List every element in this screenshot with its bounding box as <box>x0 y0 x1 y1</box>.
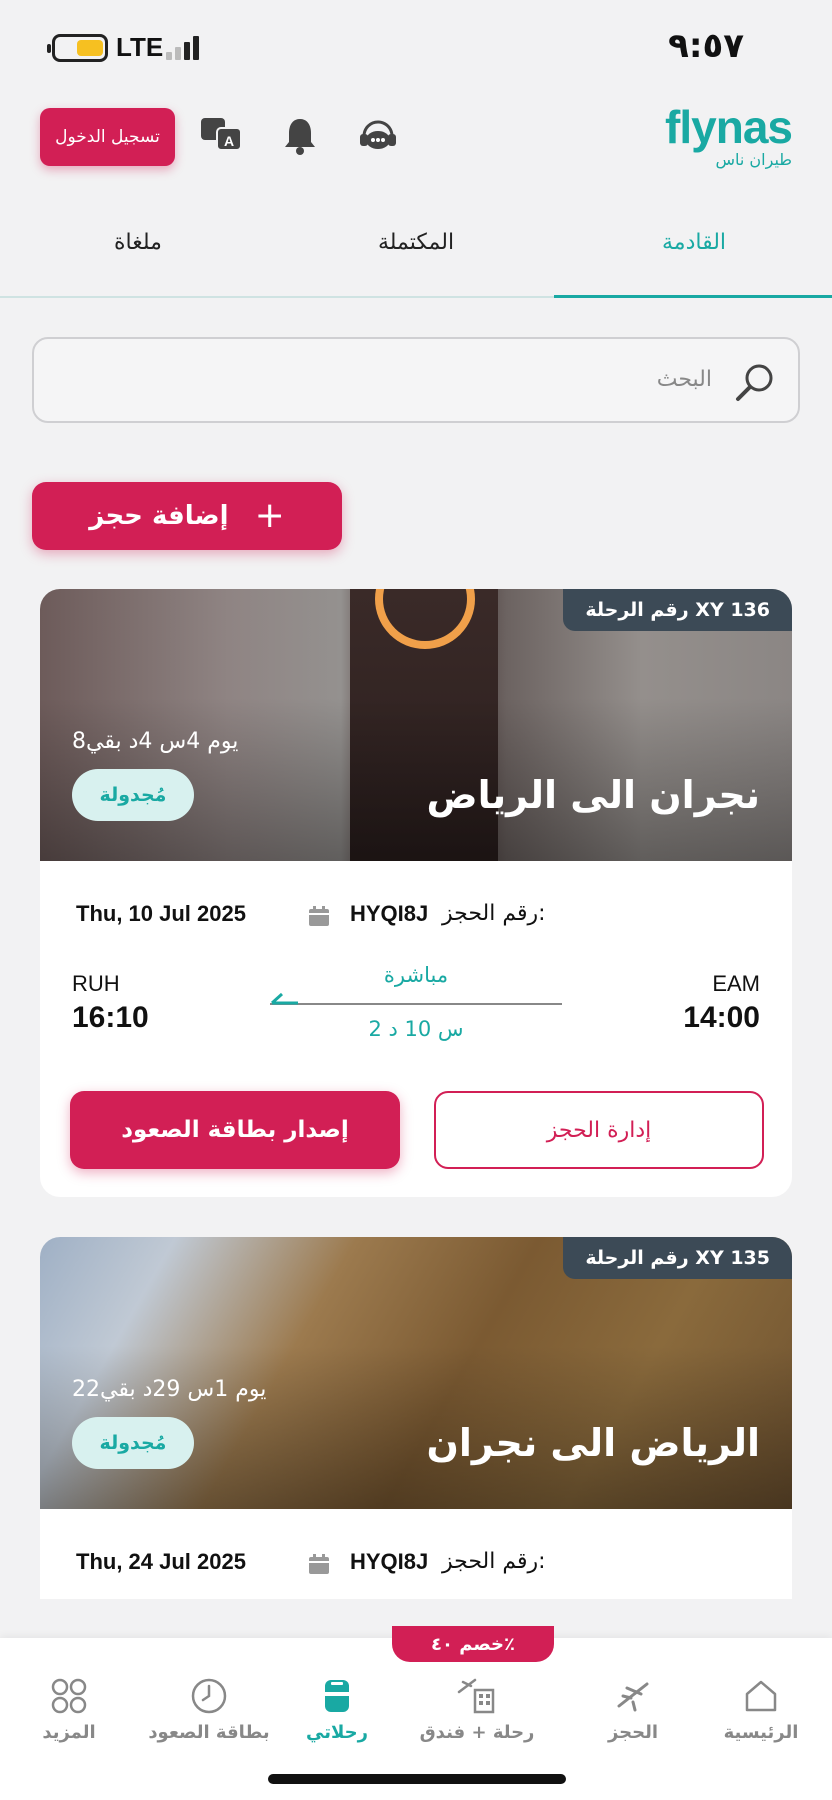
status-time: ٩:٥٧ <box>668 26 744 66</box>
route-title: نجران الى الرياض <box>426 773 760 817</box>
trip-card[interactable]: رقم الرحلة XY 136 8يوم 4س 4د بقي مُجدولة… <box>40 589 792 1197</box>
arrival-time: 16:10 <box>72 1001 149 1034</box>
nav-home-label: الرئيسية <box>723 1722 799 1743</box>
time-remaining: 22يوم 1س 29د بقي <box>72 1377 267 1402</box>
svg-text:A: A <box>224 133 234 149</box>
arrow-left-icon <box>270 992 298 1005</box>
status-badge: مُجدولة <box>72 769 194 821</box>
plane-icon <box>617 1682 649 1712</box>
login-button[interactable]: تسجيل الدخول <box>40 108 175 166</box>
trip-details: Thu, 24 Jul 2025 HYQI8J رقم الحجز: <box>40 1509 792 1599</box>
nav-flight-hotel[interactable]: رحلة + فندق <box>412 1676 542 1743</box>
trip-tabs: القادمة المكتملة ملغاة <box>0 200 832 298</box>
home-icon <box>745 1680 777 1712</box>
support-chat-icon[interactable] <box>354 112 402 160</box>
clock-icon <box>191 1678 227 1714</box>
status-badge: مُجدولة <box>72 1417 194 1469</box>
plus-icon: + <box>254 495 285 536</box>
flight-date: Thu, 10 Jul 2025 <box>76 901 246 926</box>
booking-code: HYQI8J <box>350 901 429 926</box>
departure-airport: EAM <box>712 971 760 996</box>
route-line <box>270 1003 562 1005</box>
nav-boarding-pass[interactable]: بطاقة الصعود <box>144 1676 274 1743</box>
promo-badge[interactable]: خصم ٤٠٪ <box>392 1626 554 1662</box>
flight-duration: 2 س 10 د <box>368 1017 464 1041</box>
nav-boarding-pass-label: بطاقة الصعود <box>148 1722 270 1743</box>
trip-details: Thu, 10 Jul 2025 HYQI8J رقم الحجز: RUH 1… <box>40 861 792 1197</box>
nav-home[interactable]: الرئيسية <box>696 1676 826 1743</box>
signal-icon <box>166 34 206 60</box>
manage-booking-button[interactable]: إدارة الحجز <box>434 1091 764 1169</box>
booking-ref-row: Thu, 24 Jul 2025 HYQI8J رقم الحجز: <box>76 1549 756 1583</box>
tab-cancelled[interactable]: ملغاة <box>38 230 238 255</box>
booking-ref-row: Thu, 10 Jul 2025 HYQI8J رقم الحجز: <box>76 901 756 935</box>
nav-more-label: المزيد <box>42 1722 96 1743</box>
luggage-icon <box>325 1680 349 1712</box>
tab-completed[interactable]: المكتملة <box>316 230 516 255</box>
add-booking-label: إضافة حجز <box>89 501 229 531</box>
grid-icon <box>51 1678 87 1714</box>
nav-more[interactable]: المزيد <box>4 1676 134 1743</box>
destination-image: رقم الرحلة XY 136 8يوم 4س 4د بقي مُجدولة… <box>40 589 792 861</box>
add-booking-button[interactable]: إضافة حجز + <box>32 482 342 550</box>
flight-number-badge: رقم الرحلة XY 136 <box>563 589 792 631</box>
calendar-icon <box>309 906 329 926</box>
language-icon[interactable]: A <box>198 112 246 160</box>
tab-upcoming[interactable]: القادمة <box>594 230 794 255</box>
booking-ref-label: رقم الحجز: <box>442 1549 546 1574</box>
flight-date: Thu, 24 Jul 2025 <box>76 1549 246 1574</box>
trip-card[interactable]: رقم الرحلة XY 135 22يوم 1س 29د بقي مُجدو… <box>40 1237 792 1599</box>
issue-boarding-pass-button[interactable]: إصدار بطاقة الصعود <box>70 1091 400 1169</box>
flight-number-badge: رقم الرحلة XY 135 <box>563 1237 792 1279</box>
nav-booking[interactable]: الحجز <box>568 1676 698 1743</box>
search-placeholder: البحث <box>656 367 712 392</box>
nav-flight-hotel-label: رحلة + فندق <box>419 1722 535 1743</box>
booking-code: HYQI8J <box>350 1549 429 1574</box>
status-bar: LTE ٩:٥٧ <box>0 0 832 90</box>
route-title: الرياض الى نجران <box>426 1421 760 1465</box>
network-label: LTE <box>116 32 164 62</box>
destination-image: رقم الرحلة XY 135 22يوم 1س 29د بقي مُجدو… <box>40 1237 792 1509</box>
app-header: تسجيل الدخول A flynas طيران ناس <box>0 90 832 190</box>
stops-label: مباشرة <box>383 963 449 987</box>
flynas-logo: flynas طيران ناس <box>665 101 793 169</box>
home-indicator <box>268 1774 566 1784</box>
arrival-airport: RUH <box>72 971 120 996</box>
time-remaining: 8يوم 4س 4د بقي <box>72 729 239 754</box>
calendar-icon <box>309 1554 329 1574</box>
nav-my-trips-label: رحلاتي <box>306 1722 368 1743</box>
trip-actions: إصدار بطاقة الصعود إدارة الحجز <box>70 1091 764 1171</box>
nav-booking-label: الحجز <box>607 1722 659 1743</box>
flight-segment: RUH 16:10 مباشرة 2 س 10 د EAM 14:00 <box>72 963 760 1061</box>
departure-time: 14:00 <box>683 1001 760 1034</box>
search-icon <box>736 364 773 401</box>
booking-ref-label: رقم الحجز: <box>442 901 546 926</box>
bell-icon[interactable] <box>276 112 324 160</box>
plane-hotel-icon <box>457 1678 495 1714</box>
nav-my-trips[interactable]: رحلاتي <box>272 1676 402 1743</box>
active-tab-indicator <box>554 295 832 298</box>
search-input[interactable]: البحث <box>32 337 800 423</box>
battery-icon <box>47 34 108 62</box>
